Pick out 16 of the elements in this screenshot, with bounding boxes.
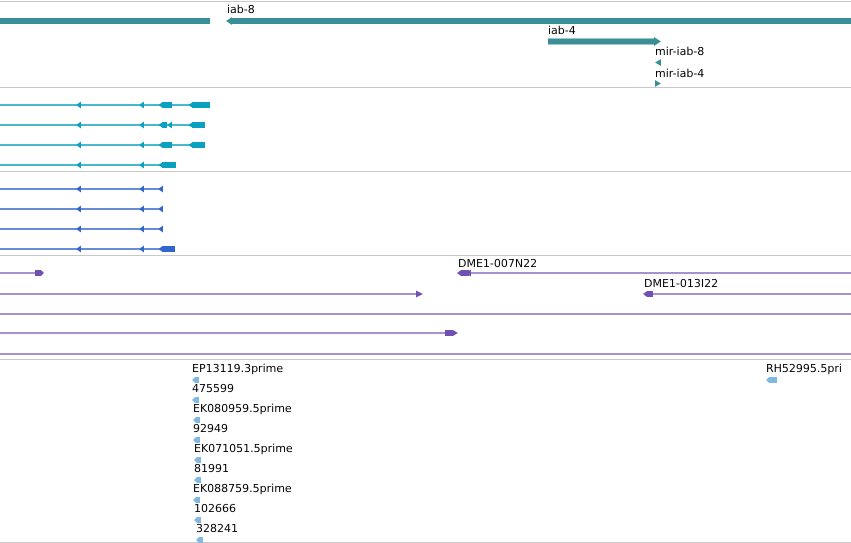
feature-label: DME1-013I22 [644, 277, 718, 290]
feature-label: EK071051.5prime [194, 442, 293, 455]
feature-label: EK080959.5prime [193, 402, 292, 415]
feature-label: RH52995.5pri [766, 362, 842, 375]
feature-label: DME1-007N22 [458, 257, 538, 270]
feature-label: 81991 [194, 462, 229, 475]
feature-label: iab-4 [548, 24, 576, 37]
feature-label: 92949 [193, 422, 228, 435]
feature-label: 328241 [196, 522, 238, 535]
feature-label: 475599 [192, 382, 234, 395]
feature-label: mir-iab-8 [655, 45, 704, 58]
feature-label: mir-iab-4 [655, 67, 704, 80]
feature-label: iab-8 [227, 3, 255, 16]
feature-label: 102666 [194, 502, 236, 515]
feature-label: EP13119.3prime [192, 362, 284, 375]
feature-label: EK088759.5prime [193, 482, 292, 495]
